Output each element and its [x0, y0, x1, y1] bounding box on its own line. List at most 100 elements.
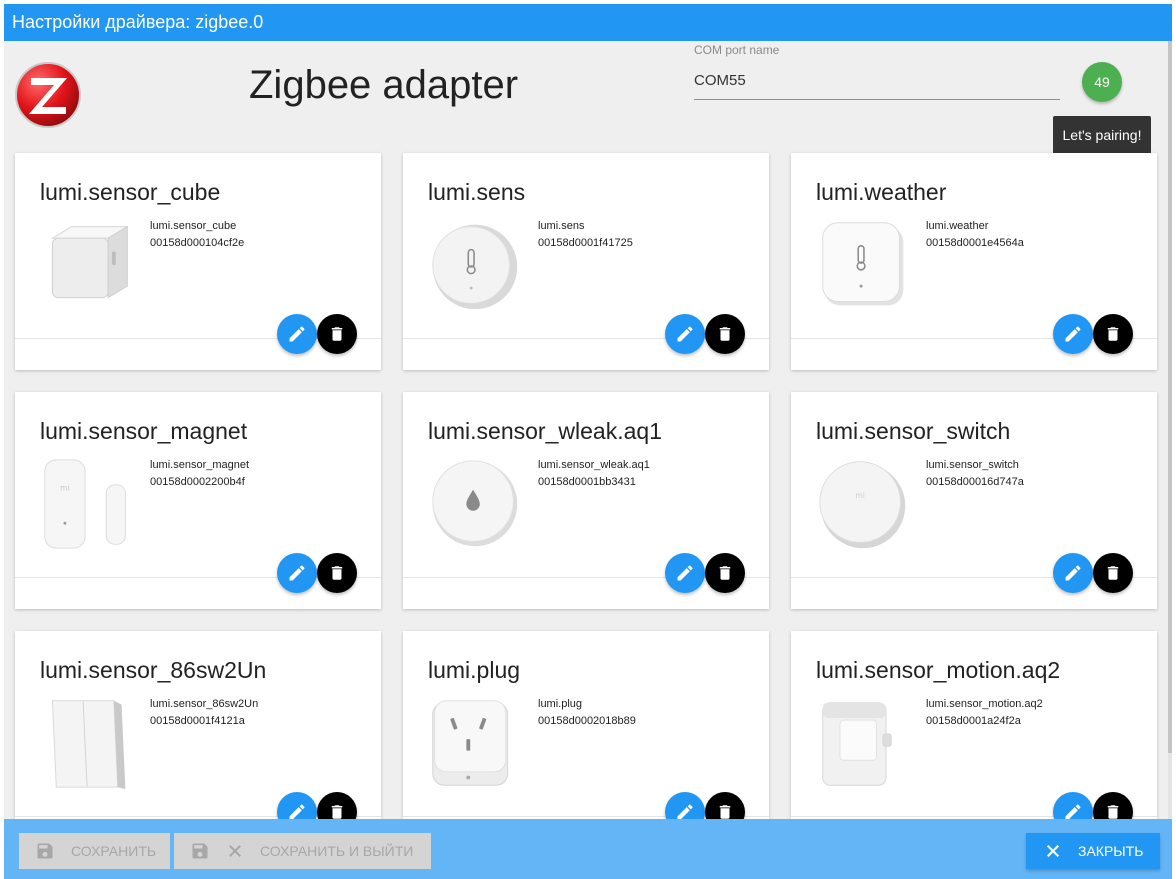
trash-icon	[331, 566, 343, 580]
app-title: Zigbee adapter	[249, 63, 519, 107]
delete-device-button[interactable]	[1093, 314, 1133, 354]
delete-device-button[interactable]	[1093, 792, 1133, 819]
delete-device-button[interactable]	[1093, 553, 1133, 593]
device-id: 00158d0001a24f2a	[926, 715, 1021, 727]
device-name: lumi.sensor_cube	[40, 179, 221, 205]
pencil-icon	[289, 326, 305, 342]
trash-icon	[719, 566, 731, 580]
device-type: lumi.weather	[926, 220, 989, 232]
scrollbar-thumb[interactable]	[1168, 41, 1172, 753]
edit-device-button[interactable]	[277, 792, 317, 819]
device-name: lumi.weather	[816, 179, 947, 205]
device-type: lumi.sensor_86sw2Un	[150, 698, 259, 710]
device-name: lumi.sensor_wleak.aq1	[428, 418, 662, 444]
device-id: 00158d0001f41725	[538, 237, 633, 249]
save-and-exit-button[interactable]: СОХРАНИТЬ И ВЫЙТИ	[174, 833, 431, 869]
device-type: lumi.sensor_magnet	[150, 459, 250, 471]
pencil-icon	[677, 565, 693, 581]
edit-device-button[interactable]	[1053, 792, 1093, 819]
device-card: lumi.sens lumi.sens 00158d0001f41725	[403, 153, 769, 370]
com-port-label: COM port name	[694, 43, 780, 57]
svg-text:mi: mi	[60, 484, 70, 493]
device-type: lumi.sensor_cube	[150, 220, 237, 232]
device-type: lumi.sensor_wleak.aq1	[538, 459, 650, 471]
edit-device-button[interactable]	[277, 314, 317, 354]
edit-device-button[interactable]	[1053, 314, 1093, 354]
device-card: lumi.sensor_86sw2Un lumi.sensor_86sw2Un 00…	[15, 631, 381, 819]
square-thermometer-sensor-icon	[822, 222, 904, 306]
door-magnet-sensor-icon: mi	[44, 459, 126, 549]
device-card: lumi.sensor_cube lumi.sensor_cube 00158d00…	[15, 153, 381, 370]
scrollbar-track[interactable]	[1168, 41, 1172, 819]
svg-text:mi: mi	[855, 491, 865, 500]
motion-sensor-icon	[822, 702, 892, 786]
device-type: lumi.sensor_motion.aq2	[926, 698, 1043, 710]
device-id: 00158d0001f4121a	[150, 715, 245, 727]
settings-content: Zigbee adapter COM port name 49 Let's pa…	[4, 41, 1172, 819]
device-card: lumi.plug lumi.plug 00158d0002018b89	[403, 631, 769, 819]
trash-icon	[1107, 327, 1119, 341]
delete-device-button[interactable]	[705, 314, 745, 354]
close-button-label: ЗАКРЫТЬ	[1078, 843, 1144, 859]
edit-device-button[interactable]	[665, 314, 705, 354]
pencil-icon	[1065, 326, 1081, 342]
device-name: lumi.plug	[428, 657, 521, 683]
wall-switch-icon	[51, 700, 126, 790]
smart-plug-icon	[432, 700, 509, 786]
water-leak-sensor-icon	[432, 460, 518, 547]
device-name: lumi.sensor_86sw2Un	[40, 657, 267, 683]
edit-device-button[interactable]	[277, 553, 317, 593]
trash-icon	[719, 327, 731, 341]
floppy-disk-icon	[37, 843, 53, 859]
device-name: lumi.sens	[428, 179, 526, 205]
device-type: lumi.sens	[538, 220, 585, 232]
delete-device-button[interactable]	[705, 792, 745, 819]
pencil-icon	[289, 804, 305, 819]
device-id: 00158d0001e4564a	[926, 237, 1024, 249]
device-name: lumi.sensor_switch	[816, 418, 1011, 444]
save-and-exit-label: СОХРАНИТЬ И ВЫЙТИ	[260, 843, 414, 859]
device-card: lumi.sensor_magnetmi lumi.sensor_magnet 00…	[15, 392, 381, 609]
device-name: lumi.sensor_motion.aq2	[816, 657, 1061, 683]
round-switch-icon: mi	[819, 461, 906, 549]
com-port-input[interactable]	[694, 61, 1060, 100]
trash-icon	[331, 327, 343, 341]
device-type: lumi.plug	[538, 698, 583, 710]
pencil-icon	[677, 326, 693, 342]
device-id: 00158d0002018b89	[538, 715, 636, 727]
cube-device-icon	[50, 225, 130, 299]
pencil-icon	[1065, 565, 1081, 581]
edit-device-button[interactable]	[1053, 553, 1093, 593]
round-thermometer-sensor-icon	[432, 224, 518, 310]
delete-device-button[interactable]	[705, 553, 745, 593]
floppy-disk-icon	[192, 843, 208, 859]
pencil-icon	[1065, 804, 1081, 819]
pencil-icon	[289, 565, 305, 581]
device-id: 00158d00016d747a	[926, 476, 1024, 488]
delete-device-button[interactable]	[317, 314, 357, 354]
delete-device-button[interactable]	[317, 792, 357, 819]
edit-device-button[interactable]	[665, 553, 705, 593]
trash-icon	[1107, 805, 1119, 819]
pencil-icon	[677, 804, 693, 819]
save-button-label: СОХРАНИТЬ	[71, 843, 157, 859]
close-button[interactable]: ЗАКРЫТЬ	[1026, 833, 1160, 869]
device-card: lumi.sensor_switchmi lumi.sensor_switch 00…	[791, 392, 1157, 609]
pairing-tooltip: Let's pairing!	[1053, 116, 1151, 154]
save-button[interactable]: СОХРАНИТЬ	[19, 833, 170, 869]
device-name: lumi.sensor_magnet	[40, 418, 248, 444]
trash-icon	[1107, 566, 1119, 580]
pairing-button[interactable]: 49	[1082, 62, 1122, 102]
delete-device-button[interactable]	[317, 553, 357, 593]
trash-icon	[331, 805, 343, 819]
device-id: 00158d0001bb3431	[538, 476, 636, 488]
device-id: 00158d0002200b4f	[150, 476, 245, 488]
device-id: 00158d000104cf2e	[150, 237, 245, 249]
device-type: lumi.sensor_switch	[926, 459, 1019, 471]
dialog-footer: СОХРАНИТЬ СОХРАНИТЬ И ВЫЙТИ ЗАКРЫТЬ	[4, 819, 1172, 879]
device-card: lumi.sensor_wleak.aq1 lumi.sensor_wleak.a…	[403, 392, 769, 609]
zigbee-logo-icon	[15, 62, 81, 128]
device-card: lumi.weather lumi.weather 00158d0001e4564a	[791, 153, 1157, 370]
edit-device-button[interactable]	[665, 792, 705, 819]
device-card: lumi.sensor_motion.aq2 lumi.sensor_motion…	[791, 631, 1157, 819]
